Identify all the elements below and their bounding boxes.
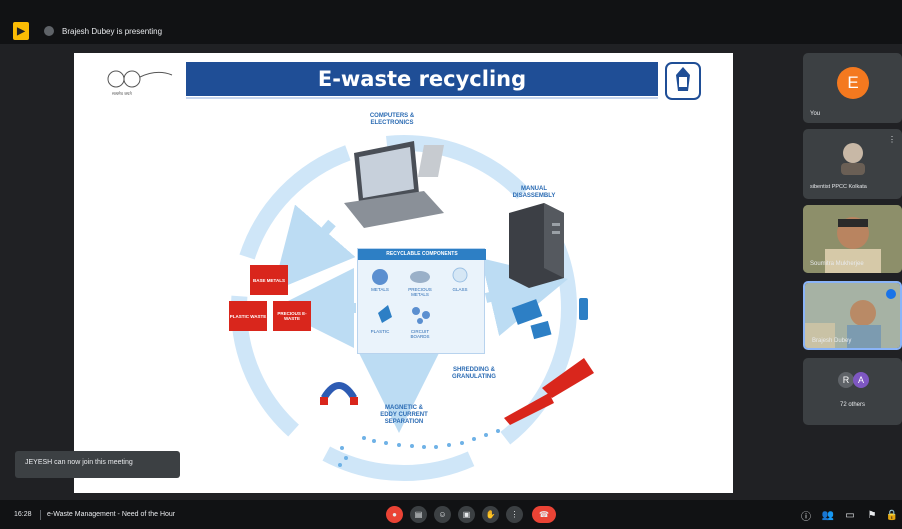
speaking-indicator-icon [886, 289, 896, 299]
info-icon[interactable]: ⓘ [800, 509, 812, 523]
host-controls-icon[interactable]: 🔒 [886, 509, 898, 521]
chat-icon[interactable]: ▭ [844, 509, 856, 521]
recyclable-components-panel: RECYCLABLE COMPONENTS METALS PRECIOUS ME… [357, 248, 486, 354]
flow-arrow [272, 204, 356, 292]
participant-tile-3[interactable]: Soumitra Mukherjee [803, 205, 902, 273]
end-call-icon[interactable]: ☎ [532, 506, 556, 523]
top-bar: ▶ Brajesh Dubey is presenting [0, 0, 902, 44]
component-glass: GLASS [452, 287, 468, 292]
activities-icon[interactable]: ⚑ [866, 509, 878, 521]
participant-name: You [810, 111, 821, 117]
component-precious-metals: PRECIOUS METALS [408, 287, 432, 297]
label-magnetic: MAGNETIC & EDDY CURRENT SEPARATION [380, 405, 428, 425]
meet-logo-icon: ▶ [13, 22, 29, 40]
funnel-icon [504, 358, 594, 425]
recyclable-title: RECYCLABLE COMPONENTS [358, 249, 486, 260]
avatar: A [853, 372, 869, 388]
present-icon[interactable]: ▣ [458, 506, 475, 523]
component-circuit-boards: CIRCUIT BOARDS [410, 329, 430, 339]
flow-arrow [480, 258, 568, 337]
participant-tile-others[interactable]: R A 72 others [803, 358, 902, 425]
magnet-icon [320, 382, 358, 405]
laptop-icon [344, 141, 444, 228]
shared-presentation: सत्यमेव जयते E-waste recycling COMPUTERS… [74, 53, 733, 493]
more-vert-icon[interactable]: ⋮ [888, 135, 896, 144]
participant-name: sibentist PPCC Kolkata [810, 184, 867, 190]
avatar: R [838, 372, 854, 388]
join-notification-text: JEYESH can now join this meeting [25, 459, 133, 466]
participant-tile-2[interactable]: ⋮ sibentist PPCC Kolkata [803, 129, 902, 199]
label-disassembly: MANUAL DISASSEMBLY [512, 186, 556, 199]
mic-off-icon[interactable]: ● [386, 506, 403, 523]
divider [40, 510, 41, 520]
output-precious-e-waste: PRECIOUS E-WASTE [273, 301, 311, 331]
captions-icon[interactable]: ▤ [410, 506, 427, 523]
component-metals: METALS [371, 287, 389, 292]
meeting-title: e-Waste Management - Need of the Hour [47, 511, 176, 518]
component-plastic: PLASTIC [370, 329, 390, 334]
avatar: E [837, 67, 869, 99]
presenter-avatar [44, 26, 54, 36]
participant-name: Soumitra Mukherjee [810, 261, 864, 267]
meet-window: ▶ Brajesh Dubey is presenting सत्यमेव जय… [0, 0, 902, 529]
presenting-status: Brajesh Dubey is presenting [62, 27, 163, 36]
raise-hand-icon[interactable]: ✋ [482, 506, 499, 523]
computer-tower-icon [509, 203, 564, 288]
clock: 16:28 [14, 511, 32, 518]
output-base-metals: BASE METALS [250, 265, 288, 295]
more-vert-icon[interactable]: ⋮ [506, 506, 523, 523]
bottom-control-bar: 16:28 e-Waste Management - Need of the H… [0, 500, 902, 529]
participant-photo [841, 143, 865, 175]
join-notification[interactable]: JEYESH can now join this meeting [15, 451, 180, 478]
others-count: 72 others [839, 402, 866, 408]
emoji-icon[interactable]: ☺ [434, 506, 451, 523]
output-plastic-waste: PLASTIC WASTE [229, 301, 267, 331]
participant-tile-4[interactable]: Brajesh Dubey [803, 281, 902, 350]
label-shredding: SHREDDING & GRANULATING [452, 367, 496, 380]
participant-name: Brajesh Dubey [812, 338, 852, 344]
participant-tile-you[interactable]: E You [803, 53, 902, 123]
label-computers: COMPUTERS & ELECTRONICS [369, 113, 415, 126]
people-icon[interactable]: 👥 [822, 509, 834, 521]
